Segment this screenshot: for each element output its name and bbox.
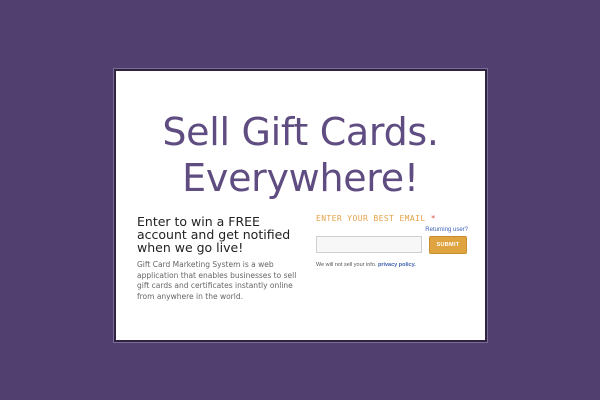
signup-card: Sell Gift Cards. Everywhere! Enter to wi… (113, 68, 488, 343)
email-input[interactable] (316, 236, 422, 253)
promo-section: Enter to win a FREE account and get noti… (137, 215, 299, 302)
promo-heading: Enter to win a FREE account and get noti… (137, 214, 291, 255)
required-marker: * (430, 214, 436, 223)
submit-button[interactable]: SUBMIT (429, 236, 467, 254)
privacy-policy-link[interactable]: privacy policy. (378, 262, 416, 268)
privacy-note: We will not sell your info. privacy poli… (316, 262, 416, 268)
headline-line-2: Everywhere! (182, 156, 419, 200)
email-label-text: ENTER YOUR BEST EMAIL (316, 214, 426, 223)
promo-description: Gift Card Marketing System is a web appl… (137, 260, 297, 301)
email-label: ENTER YOUR BEST EMAIL * (316, 214, 471, 223)
signup-form: ENTER YOUR BEST EMAIL * Returning user? … (316, 214, 471, 268)
returning-user-link[interactable]: Returning user? (425, 227, 468, 233)
headline-line-1: Sell Gift Cards. (162, 110, 439, 154)
page-headline: Sell Gift Cards. Everywhere! (116, 109, 485, 201)
privacy-text: We will not sell your info. (316, 262, 377, 268)
